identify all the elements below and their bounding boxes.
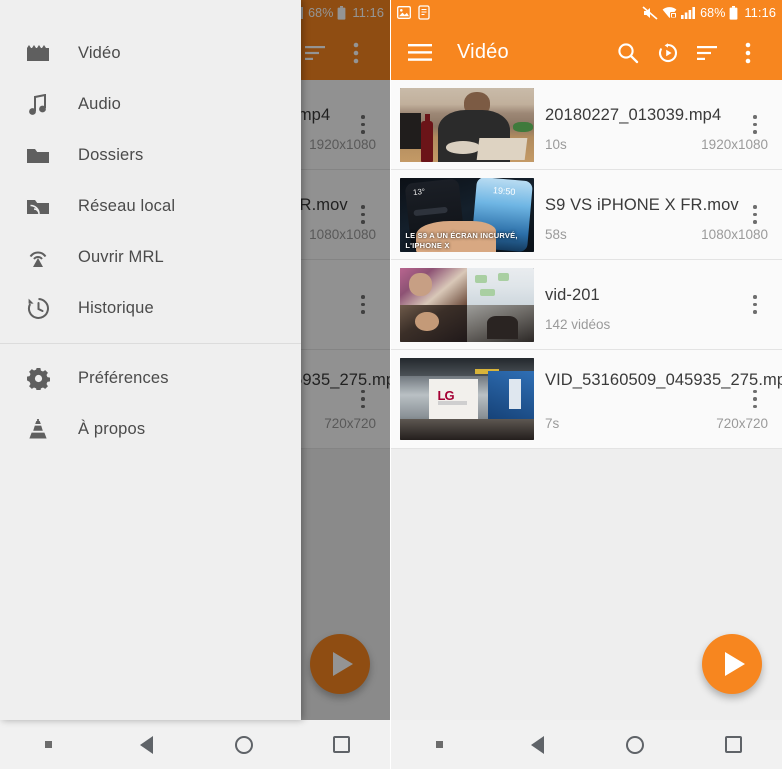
overflow-menu-icon[interactable] (742, 382, 768, 416)
nav-home-button[interactable] (195, 735, 293, 754)
music-note-icon (16, 93, 60, 116)
battery-icon (729, 5, 738, 20)
sidebar-item-label: Réseau local (78, 197, 176, 215)
overflow-menu-icon[interactable] (742, 108, 768, 142)
sidebar-item-preferences[interactable]: Préférences (0, 353, 301, 404)
sidebar-item-label: Préférences (78, 369, 169, 387)
android-navigation-bar (0, 720, 390, 769)
sidebar-item-label: Audio (78, 95, 121, 113)
sidebar-item-label: Historique (78, 299, 154, 317)
sidebar-item-open-mrl[interactable]: Ouvrir MRL (0, 232, 301, 283)
search-icon[interactable] (608, 31, 648, 75)
nav-dot-indicator[interactable] (0, 741, 98, 748)
video-title: S9 VS iPHONE X FR.mov (545, 196, 739, 214)
list-item[interactable]: 13°19:50LE S9 A UN ÉCRAN INCURVÉ, L'IPHO… (391, 170, 782, 260)
nav-dot-indicator[interactable] (391, 741, 489, 748)
dual-screenshot-container: 68% 11:16 Vidéo (0, 0, 782, 769)
image-icon (397, 6, 411, 19)
folder-thumbnail (400, 268, 534, 342)
mute-icon (642, 5, 658, 20)
nav-home-button[interactable] (587, 735, 685, 754)
sidebar-item-audio[interactable]: Audio (0, 79, 301, 130)
video-thumbnail: 13°19:50LE S9 A UN ÉCRAN INCURVÉ, L'IPHO… (400, 178, 534, 252)
video-clapperboard-icon (16, 43, 60, 64)
resume-playback-icon[interactable] (648, 31, 688, 75)
app-bar-title: Vidéo (457, 41, 509, 63)
video-title: VID_53160509_045935_275.mp4 (545, 371, 782, 389)
app-bar: Vidéo (391, 25, 782, 80)
overflow-menu-icon[interactable] (742, 198, 768, 232)
sim-card-icon (418, 5, 430, 20)
nav-recents-button[interactable] (684, 736, 782, 753)
play-icon (724, 652, 745, 676)
list-item[interactable]: vid-201 142 vidéos (391, 260, 782, 350)
hamburger-menu-icon[interactable] (405, 31, 435, 75)
drawer-divider (0, 343, 301, 344)
video-duration: 7s (545, 416, 560, 431)
sidebar-item-video[interactable]: Vidéo (0, 28, 301, 79)
video-thumbnail (400, 88, 534, 162)
phone-screen-video-list: 68% 11:16 Vidéo 20180227_013039.mp4 10s … (391, 0, 782, 769)
folder-title: vid-201 (545, 286, 600, 304)
sidebar-item-local-network[interactable]: Réseau local (0, 181, 301, 232)
list-item-meta: 20180227_013039.mp4 10s 1920x1080 (534, 88, 774, 161)
clock-label: 11:16 (744, 5, 776, 20)
vlc-cone-icon (16, 418, 60, 441)
history-clock-icon (16, 297, 60, 320)
thumbnail-caption: LE S9 A UN ÉCRAN INCURVÉ, L'IPHONE X (405, 230, 518, 250)
video-duration: 58s (545, 227, 567, 242)
android-navigation-bar (391, 720, 782, 769)
list-item-meta: S9 VS iPHONE X FR.mov 58s 1080x1080 (534, 178, 774, 251)
gear-icon (16, 367, 60, 390)
sidebar-item-label: Dossiers (78, 146, 144, 164)
folder-icon (16, 146, 60, 165)
status-bar-left-icons (397, 5, 430, 20)
video-duration: 10s (545, 137, 567, 152)
list-item-meta: vid-201 142 vidéos (534, 268, 774, 341)
play-fab-button[interactable] (702, 634, 762, 694)
nav-back-button[interactable] (489, 735, 587, 754)
folder-network-icon (16, 197, 60, 216)
status-bar: 68% 11:16 (391, 0, 782, 25)
nav-back-button[interactable] (98, 735, 196, 754)
list-item[interactable]: LG VID_53160509_045935_275.mp4 7s 720x72… (391, 350, 782, 449)
overflow-menu-icon[interactable] (742, 288, 768, 322)
sidebar-item-history[interactable]: Historique (0, 283, 301, 334)
sidebar-item-about[interactable]: À propos (0, 404, 301, 455)
sidebar-item-label: À propos (78, 420, 146, 438)
sidebar-item-folders[interactable]: Dossiers (0, 130, 301, 181)
status-bar-right-icons: 68% 11:16 (642, 5, 776, 20)
sort-icon[interactable] (688, 31, 728, 75)
video-title: 20180227_013039.mp4 (545, 106, 722, 124)
battery-percent-label: 68% (700, 5, 726, 20)
sidebar-item-label: Vidéo (78, 44, 121, 62)
list-item[interactable]: 20180227_013039.mp4 10s 1920x1080 (391, 80, 782, 170)
video-resolution: 720x720 (716, 416, 768, 431)
wifi-vpn-icon (662, 6, 678, 19)
signal-icon (681, 6, 696, 19)
stream-antenna-icon (16, 247, 60, 269)
sidebar-item-label: Ouvrir MRL (78, 248, 164, 266)
folder-count: 142 vidéos (545, 317, 611, 332)
phone-screen-drawer-open: 68% 11:16 Vidéo (0, 0, 391, 769)
navigation-drawer: Vidéo Audio Dossiers Réseau local Ouvrir… (0, 0, 301, 720)
nav-recents-button[interactable] (293, 736, 391, 753)
video-thumbnail: LG (400, 358, 534, 440)
video-list: 20180227_013039.mp4 10s 1920x1080 13° 19:… (391, 80, 782, 720)
overflow-menu-icon[interactable] (728, 31, 768, 75)
list-item-meta: VID_53160509_045935_275.mp4 7s 720x720 (534, 358, 782, 440)
